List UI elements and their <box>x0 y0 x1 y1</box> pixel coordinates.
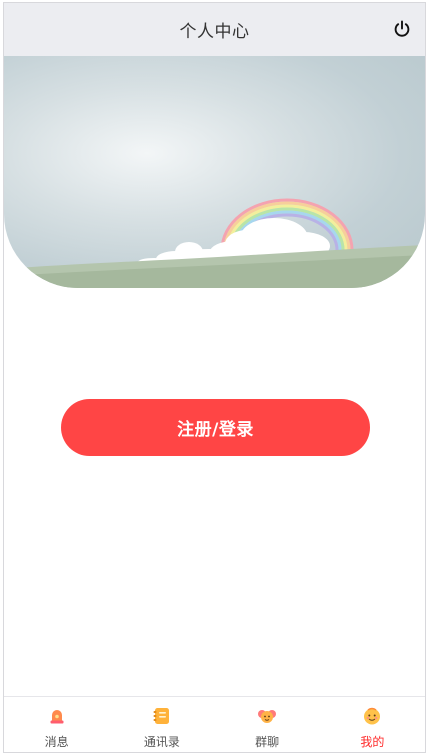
tab-group-chat[interactable]: 群聊 <box>215 697 320 752</box>
smiley-face-icon <box>364 707 381 725</box>
notebook-icon <box>153 708 169 724</box>
tab-messages[interactable]: 消息 <box>4 697 109 752</box>
tab-label-me: 我的 <box>360 735 385 749</box>
group-icon <box>258 710 277 723</box>
alarm-bell-icon <box>50 710 64 724</box>
bottom-tab-bar: 消息 通讯录 群聊 我的 <box>4 696 425 752</box>
tab-me[interactable]: 我的 <box>320 697 425 752</box>
power-button[interactable] <box>392 19 412 39</box>
tab-label-messages: 消息 <box>44 735 69 749</box>
tab-label-group-chat: 群聊 <box>255 735 280 749</box>
sky-rainbow-illustration <box>4 198 425 288</box>
tab-label-contacts: 通讯录 <box>143 735 180 749</box>
tab-contacts[interactable]: 通讯录 <box>109 697 214 752</box>
profile-banner <box>4 56 425 288</box>
register-login-button[interactable]: 注册/登录 <box>61 399 370 456</box>
app-frame: 个人中心 注册/登录 消息 通讯录 群聊 我的 <box>3 2 426 753</box>
page-title: 个人中心 <box>179 22 250 42</box>
header-bar: 个人中心 <box>4 3 425 56</box>
power-icon <box>394 20 410 37</box>
